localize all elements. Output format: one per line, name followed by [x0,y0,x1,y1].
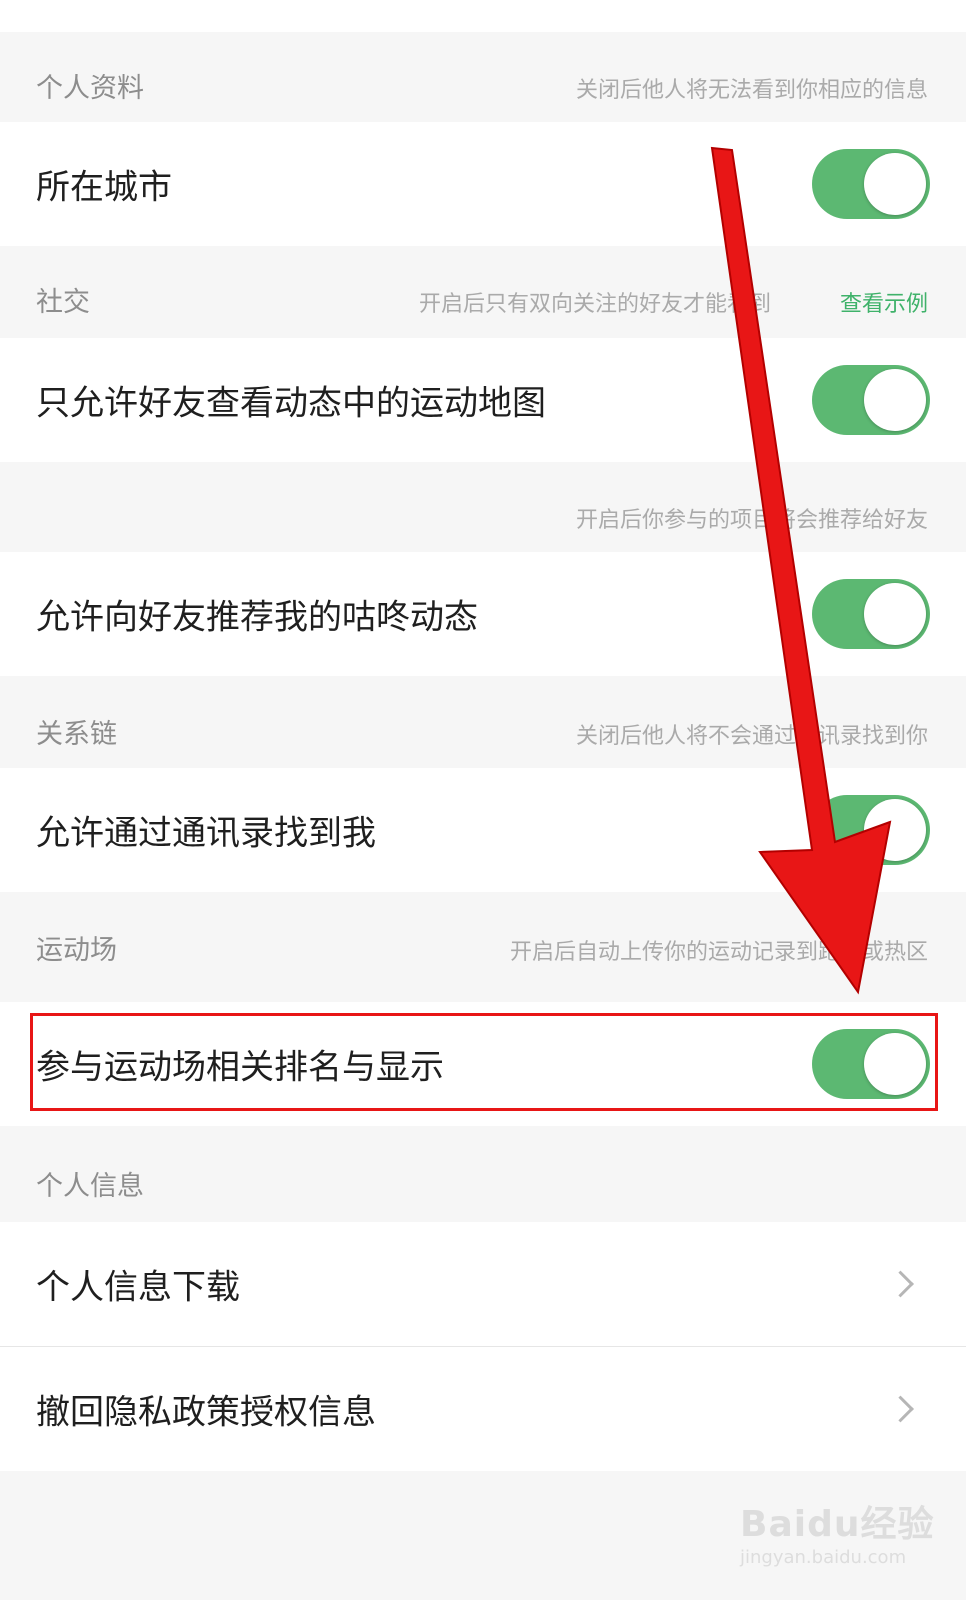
view-example-link[interactable]: 查看示例 [840,286,928,318]
row-label-city: 所在城市 [36,167,172,208]
section-header-playground: 运动场 开启后自动上传你的运动记录到跑步或热区 [0,892,966,984]
row-label-contacts: 允许通过通讯录找到我 [36,813,376,854]
toggle-knob [864,1033,926,1095]
section-header-personal-info: 个人信息 [0,1126,966,1222]
section-header-recommend: 开启后你参与的项目将会推荐给好友 [0,462,966,552]
toggle-recommend-feed[interactable] [812,579,930,649]
toggle-knob [864,153,926,215]
section-title-relations: 关系链 [36,719,117,750]
row-ranking: 参与运动场相关排名与显示 [0,1002,966,1126]
toggle-knob [864,799,926,861]
section-note-profile: 关闭后他人将无法看到你相应的信息 [575,78,928,103]
watermark-text: Baidu经验 [740,1504,935,1545]
baidu-watermark: Baidu经验 jingyan.baidu.com [740,1495,934,1568]
row-contacts: 允许通过通讯录找到我 [0,768,966,892]
section-header-relations: 关系链 关闭后他人将不会通过通讯录找到你 [0,676,966,768]
section-title-social: 社交 [36,287,90,318]
toggle-ranking[interactable] [812,1029,930,1099]
row-recommend-feed: 允许向好友推荐我的咕咚动态 [0,552,966,676]
row-label-download: 个人信息下载 [36,1267,240,1308]
toggle-knob [864,369,926,431]
section-title-playground: 运动场 [36,935,117,966]
row-city: 所在城市 [0,122,966,246]
toggle-friends-map[interactable] [812,365,930,435]
watermark-sub: jingyan.baidu.com [740,1547,907,1568]
row-friends-map: 只允许好友查看动态中的运动地图 [0,338,966,462]
section-header-social: 社交 开启后只有双向关注的好友才能看到 查看示例 [0,246,966,338]
row-label-ranking: 参与运动场相关排名与显示 [36,1047,444,1088]
row-revoke[interactable]: 撤回隐私政策授权信息 [0,1347,966,1471]
chevron-right-icon [887,1395,914,1423]
row-download[interactable]: 个人信息下载 [0,1222,966,1346]
section-title-personal-info: 个人信息 [36,1171,144,1202]
toggle-contacts[interactable] [812,795,930,865]
section-header-profile: 个人资料 关闭后他人将无法看到你相应的信息 [0,32,966,122]
section-note-recommend: 开启后你参与的项目将会推荐给好友 [575,508,928,533]
toggle-knob [864,583,926,645]
toggle-city[interactable] [812,149,930,219]
section-note-relations: 关闭后他人将不会通过通讯录找到你 [575,724,928,749]
top-strip [0,0,966,32]
section-note-social: 开启后只有双向关注的好友才能看到 [418,292,771,317]
row-label-revoke: 撤回隐私政策授权信息 [36,1392,376,1433]
chevron-right-icon [887,1270,914,1298]
section-title-profile: 个人资料 [36,73,144,104]
section-note-playground: 开启后自动上传你的运动记录到跑步或热区 [509,940,928,965]
row-label-recommend-feed: 允许向好友推荐我的咕咚动态 [36,597,478,638]
row-label-friends-map: 只允许好友查看动态中的运动地图 [36,383,546,424]
